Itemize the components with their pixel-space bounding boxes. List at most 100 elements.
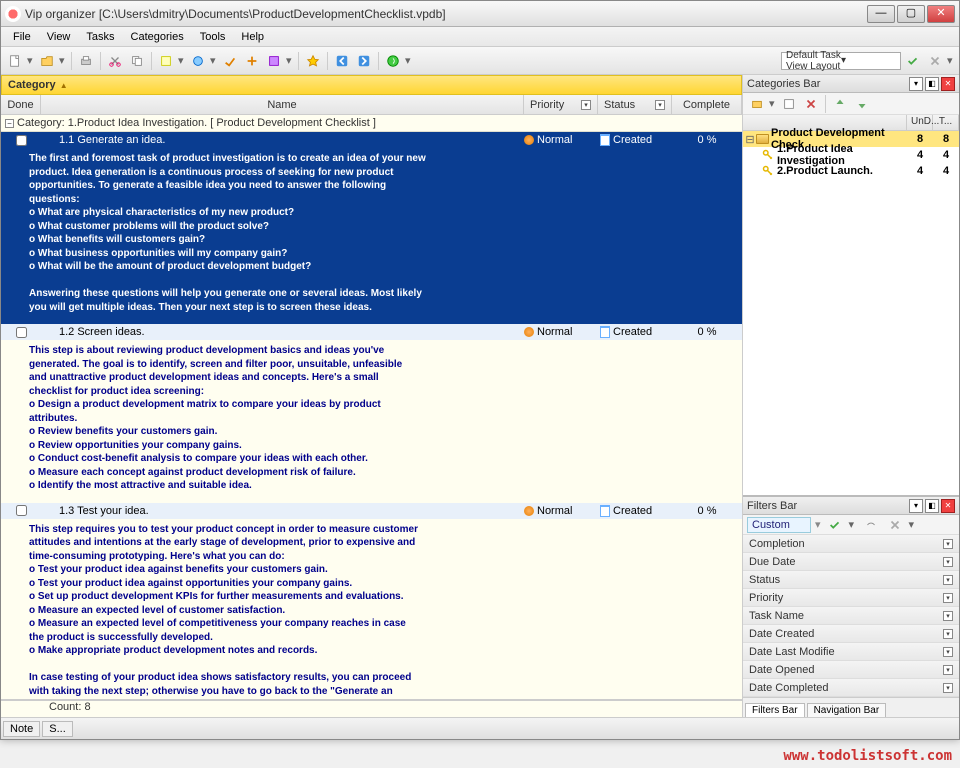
done-checkbox[interactable] [16,327,27,338]
tool6-button[interactable] [303,51,323,71]
task-row[interactable]: 1.1 Generate an idea.NormalCreated0 % [1,132,742,148]
tool5-button[interactable] [264,51,284,71]
filter-tool2[interactable] [861,515,881,535]
menu-tools[interactable]: Tools [192,29,234,45]
titlebar[interactable]: Vip organizer [C:\Users\dmitry\Documents… [1,1,959,27]
layout-selector[interactable]: Default Task View Layout ▾ [781,52,901,70]
minimize-button[interactable]: — [867,5,895,23]
done-checkbox[interactable] [16,505,27,516]
panel-menu-button[interactable]: ▾ [909,499,923,513]
filter-tool3[interactable] [885,515,905,535]
tool-green-button[interactable] [383,51,403,71]
cut-button[interactable] [105,51,125,71]
task-row[interactable]: 1.2 Screen ideas.NormalCreated0 % [1,324,742,340]
filter-row[interactable]: Due Date▾ [743,553,959,571]
menu-categories[interactable]: Categories [123,29,192,45]
filter-row[interactable]: Task Name▾ [743,607,959,625]
filter-dropdown-icon[interactable]: ▾ [581,100,591,110]
grid-body[interactable]: − Category: 1.Product Idea Investigation… [1,115,742,699]
cat-tool3[interactable] [801,94,821,114]
open-dropdown[interactable]: ▾ [59,54,67,67]
filter-row[interactable]: Date Completed▾ [743,679,959,697]
tool2-dropdown[interactable]: ▾ [210,54,218,67]
panel-pin-button[interactable]: ◧ [925,77,939,91]
cat-tool1-drop[interactable]: ▾ [769,97,777,110]
tree-child[interactable]: 2.Product Launch. 4 4 [743,163,959,179]
col-status[interactable]: Status▾ [598,95,672,114]
panel-close-button[interactable]: ✕ [941,499,955,513]
print-button[interactable] [76,51,96,71]
tool-green-dropdown[interactable]: ▾ [405,54,413,67]
filter-row[interactable]: Completion▾ [743,535,959,553]
filter-tool1-drop[interactable]: ▾ [849,518,857,531]
tool1-dropdown[interactable]: ▾ [178,54,186,67]
tree-child[interactable]: 1.Product Idea Investigation 4 4 [743,147,959,163]
filter-dropdown-icon[interactable]: ▾ [943,539,953,549]
nav-prev-button[interactable] [332,51,352,71]
tool3-button[interactable] [220,51,240,71]
category-header[interactable]: Category ▲ [1,75,742,95]
filter-dropdown-icon[interactable]: ▾ [943,683,953,693]
group-row[interactable]: − Category: 1.Product Idea Investigation… [1,115,742,132]
tab-filters-bar[interactable]: Filters Bar [745,703,805,717]
tree-col-undone[interactable]: UnD... [907,115,933,130]
tool4-button[interactable] [242,51,262,71]
filter-row[interactable]: Status▾ [743,571,959,589]
tool5-dropdown[interactable]: ▾ [286,54,294,67]
filter-tool1[interactable] [825,515,845,535]
filters-bar-header[interactable]: Filters Bar ▾ ◧ ✕ [743,497,959,515]
nav-next-button[interactable] [354,51,374,71]
done-checkbox[interactable] [16,135,27,146]
cat-tool4[interactable] [830,94,850,114]
new-dropdown[interactable]: ▾ [27,54,35,67]
panel-close-button[interactable]: ✕ [941,77,955,91]
filter-row[interactable]: Date Last Modifie▾ [743,643,959,661]
new-button[interactable] [5,51,25,71]
filter-row[interactable]: Date Opened▾ [743,661,959,679]
categories-bar-header[interactable]: Categories Bar ▾ ◧ ✕ [743,75,959,93]
cat-tool2[interactable] [779,94,799,114]
filter-tool3-drop[interactable]: ▾ [909,518,917,531]
close-button[interactable]: ✕ [927,5,955,23]
collapse-icon[interactable]: − [5,119,14,128]
filter-dropdown-icon[interactable]: ▾ [943,611,953,621]
layout-tool2-dropdown[interactable]: ▾ [947,54,955,67]
menu-tasks[interactable]: Tasks [78,29,122,45]
tool2-button[interactable] [188,51,208,71]
filter-dropdown-icon[interactable]: ▾ [943,593,953,603]
filter-dropdown-icon[interactable]: ▾ [943,665,953,675]
filter-dropdown-icon[interactable]: ▾ [943,575,953,585]
expand-icon[interactable]: ⊟ [745,133,755,146]
chevron-down-icon[interactable]: ▾ [815,518,821,531]
filter-row[interactable]: Date Created▾ [743,625,959,643]
menu-view[interactable]: View [39,29,79,45]
layout-tool1[interactable] [903,51,923,71]
custom-filter-select[interactable]: Custom [747,517,811,533]
copy-button[interactable] [127,51,147,71]
filter-dropdown-icon[interactable]: ▾ [943,647,953,657]
maximize-button[interactable]: ▢ [897,5,925,23]
menu-help[interactable]: Help [233,29,272,45]
tool1-button[interactable] [156,51,176,71]
filter-dropdown-icon[interactable]: ▾ [943,557,953,567]
cat-tool1[interactable] [747,94,767,114]
layout-tool2[interactable] [925,51,945,71]
status-note-button[interactable]: Note [3,721,40,737]
panel-menu-button[interactable]: ▾ [909,77,923,91]
col-priority[interactable]: Priority▾ [524,95,598,114]
col-done[interactable]: Done [1,95,41,114]
filter-row[interactable]: Priority▾ [743,589,959,607]
col-complete[interactable]: Complete [672,95,742,114]
filter-dropdown-icon[interactable]: ▾ [655,100,665,110]
panel-pin-button[interactable]: ◧ [925,499,939,513]
task-row[interactable]: 1.3 Test your idea.NormalCreated0 % [1,503,742,519]
categories-tree[interactable]: UnD... T... ⊟ Product Development Check … [743,115,959,495]
status-s-button[interactable]: S... [42,721,73,737]
col-name[interactable]: Name [41,95,524,114]
tab-navigation-bar[interactable]: Navigation Bar [807,703,887,717]
cat-tool5[interactable] [852,94,872,114]
tree-col-total[interactable]: T... [933,115,959,130]
filter-dropdown-icon[interactable]: ▾ [943,629,953,639]
menu-file[interactable]: File [5,29,39,45]
open-button[interactable] [37,51,57,71]
